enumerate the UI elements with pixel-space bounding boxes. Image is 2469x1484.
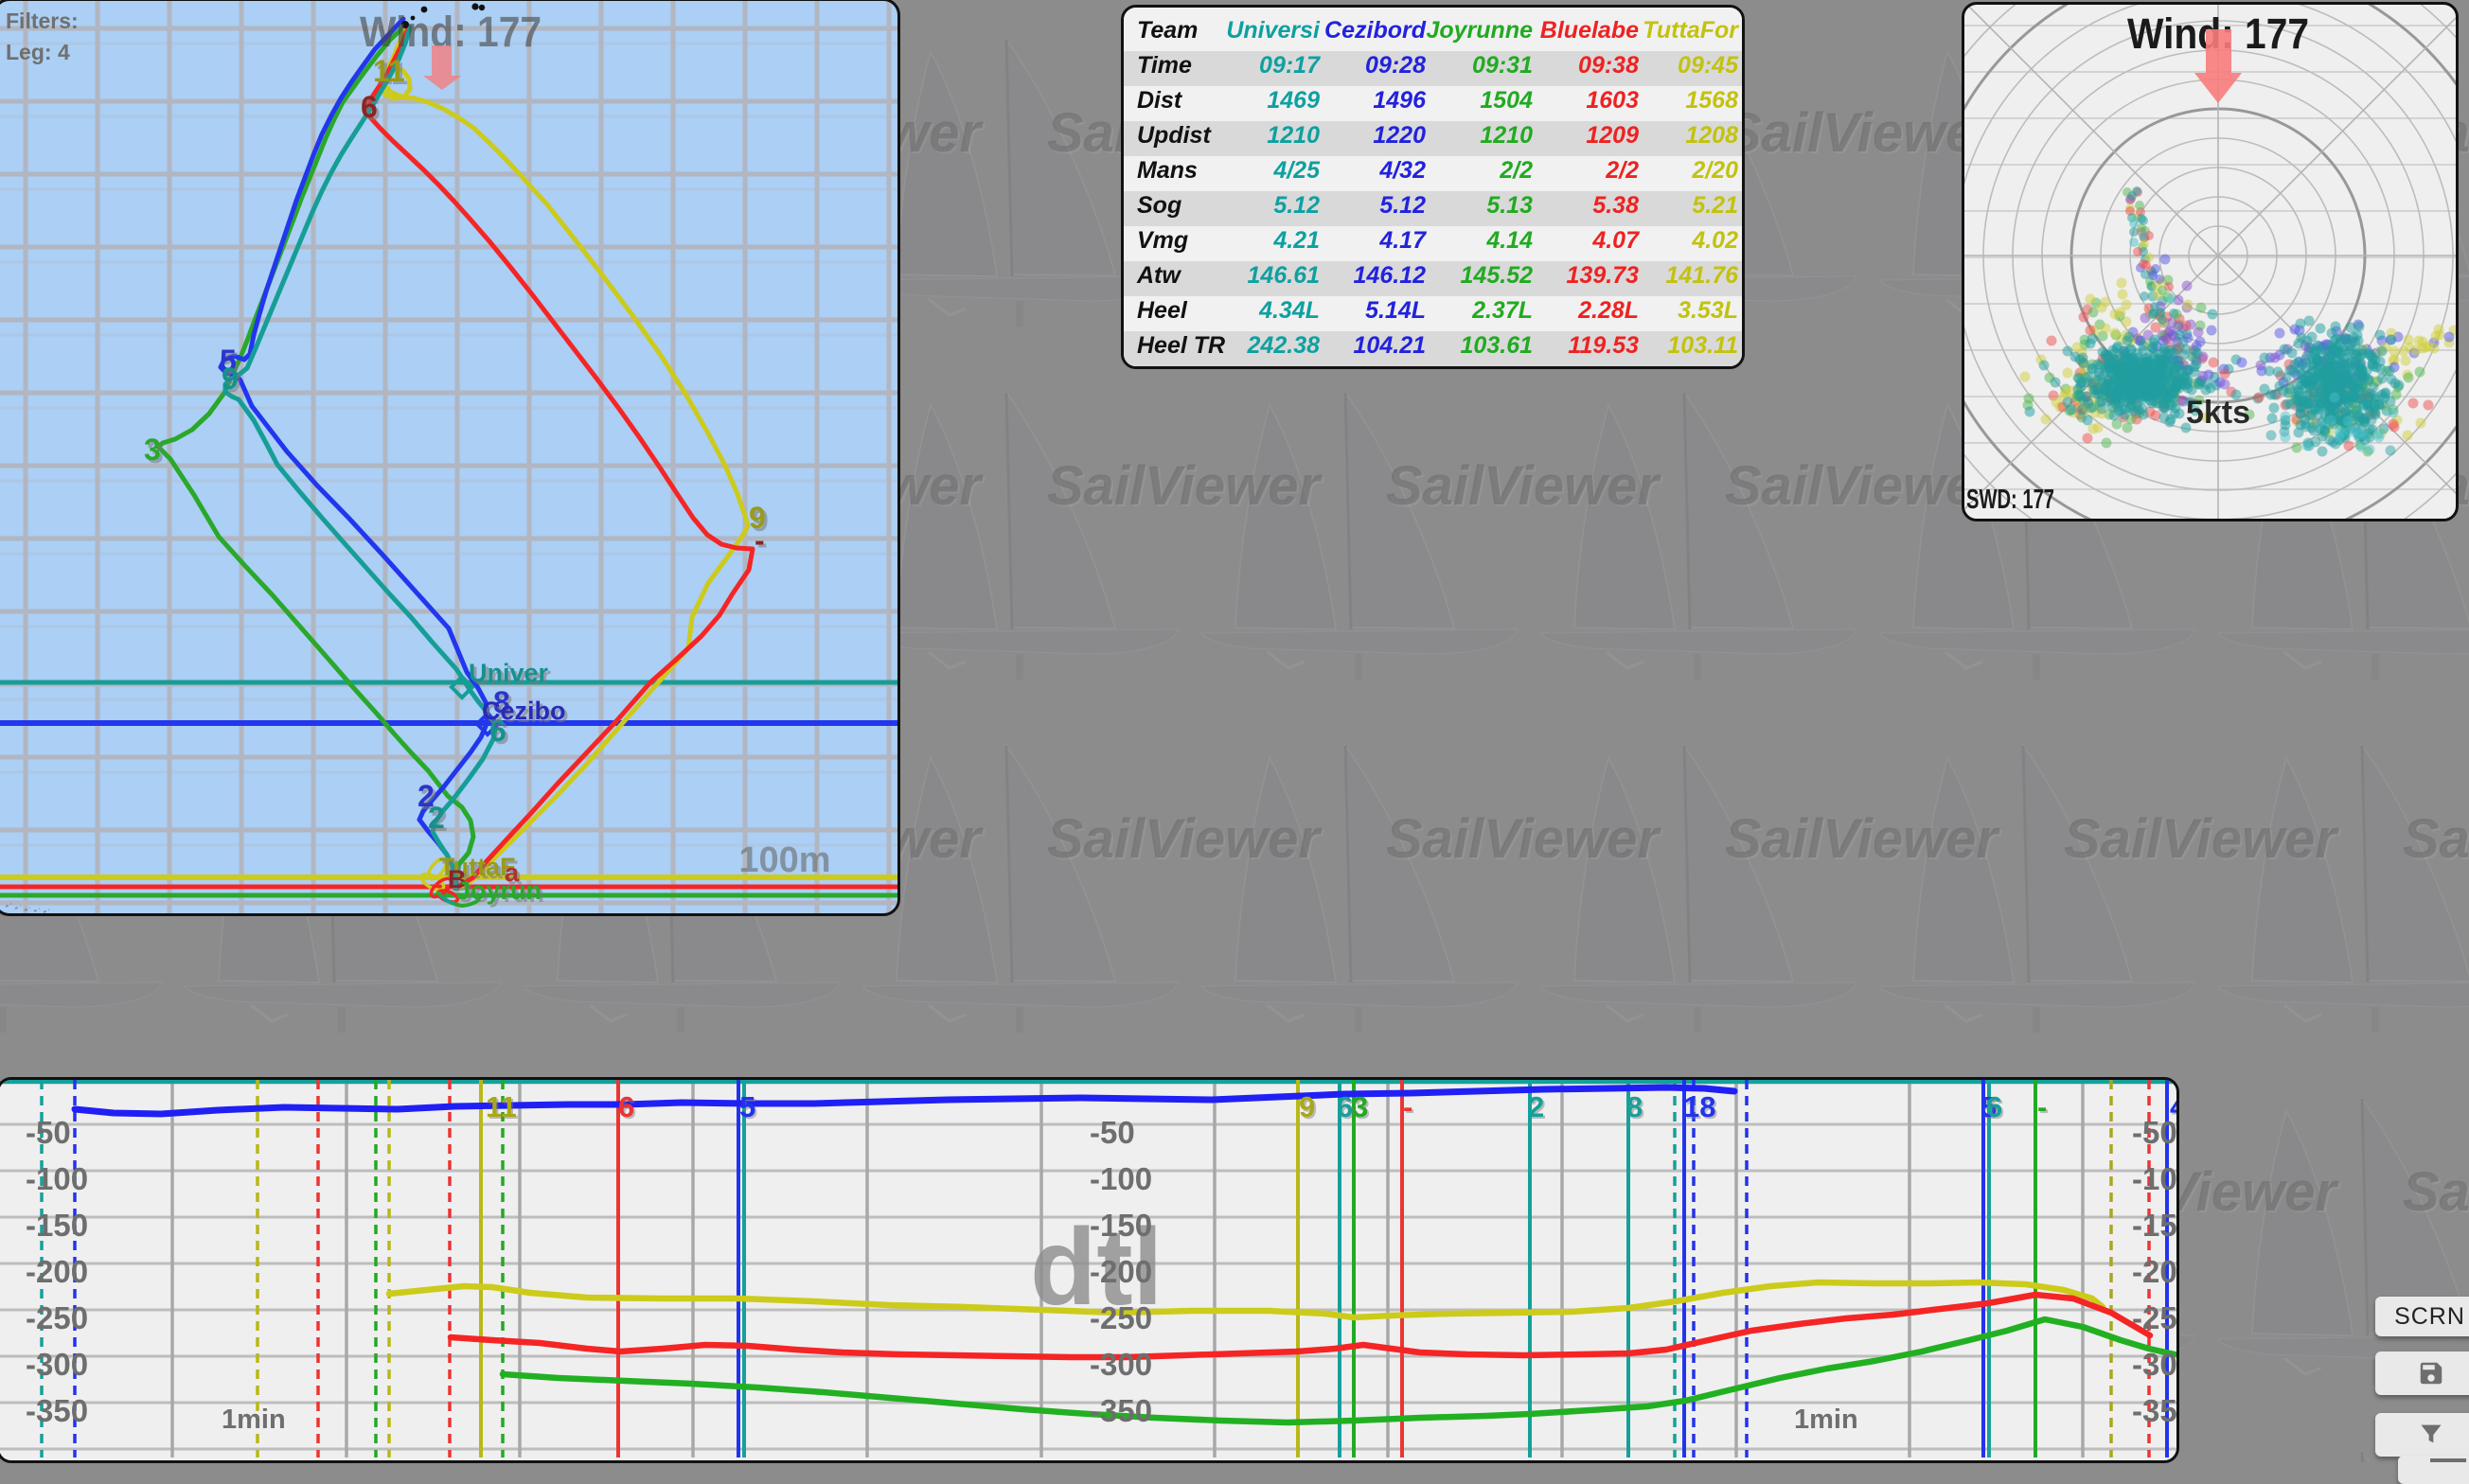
svg-text:-150: -150 <box>2132 1208 2176 1243</box>
svg-text:Univer: Univer <box>469 659 549 687</box>
svg-text:-100: -100 <box>1090 1161 1152 1196</box>
svg-text:5: 5 <box>739 1090 755 1123</box>
svg-text:-250: -250 <box>1090 1300 1152 1335</box>
svg-text:-150: -150 <box>1090 1208 1152 1243</box>
svg-text:9: 9 <box>222 362 239 396</box>
svg-text:-350: -350 <box>26 1393 88 1428</box>
svg-text:11: 11 <box>486 1090 517 1123</box>
svg-text:Cezibo: Cezibo <box>482 697 566 725</box>
svg-text:-300: -300 <box>1090 1347 1152 1382</box>
svg-text:9: 9 <box>1299 1090 1315 1123</box>
svg-text:-150: -150 <box>26 1208 88 1243</box>
svg-text:-250: -250 <box>26 1300 88 1335</box>
svg-text:-350: -350 <box>1090 1393 1152 1428</box>
svg-text:Filters:: Filters: <box>6 9 79 33</box>
svg-text:3: 3 <box>1352 1090 1368 1123</box>
svg-text:18: 18 <box>1683 1090 1715 1123</box>
svg-text:5kts: 5kts <box>2186 395 2250 431</box>
svg-text:-250: -250 <box>2132 1300 2176 1335</box>
svg-text:3: 3 <box>144 433 161 467</box>
svg-text:6: 6 <box>361 90 378 124</box>
svg-text:2: 2 <box>428 801 445 835</box>
svg-text:-300: -300 <box>2132 1347 2176 1382</box>
svg-text:2: 2 <box>1528 1090 1544 1123</box>
svg-text:SWD: 177: SWD: 177 <box>1966 485 2054 515</box>
svg-text:-100: -100 <box>2132 1161 2176 1196</box>
svg-text:-200: -200 <box>1090 1254 1152 1289</box>
svg-text:-200: -200 <box>26 1254 88 1289</box>
svg-text:1min: 1min <box>222 1404 286 1435</box>
svg-text:-: - <box>1403 1090 1412 1123</box>
svg-text:-50: -50 <box>26 1115 71 1150</box>
svg-text:8: 8 <box>1626 1090 1643 1123</box>
svg-text:6: 6 <box>618 1090 634 1123</box>
svg-text:-200: -200 <box>2132 1254 2176 1289</box>
svg-text:-300: -300 <box>26 1347 88 1382</box>
svg-text:100m: 100m <box>738 840 830 880</box>
svg-text:Joyrun: Joyrun <box>456 876 542 905</box>
svg-text:-: - <box>2037 1090 2047 1123</box>
svg-text:-50: -50 <box>2132 1115 2176 1150</box>
svg-text:11: 11 <box>373 54 405 88</box>
svg-text:-50: -50 <box>1090 1115 1135 1150</box>
svg-text:-: - <box>755 523 765 557</box>
svg-text:-350: -350 <box>2132 1393 2176 1428</box>
svg-text:1min: 1min <box>1794 1404 1858 1435</box>
svg-text:6: 6 <box>1986 1090 2002 1123</box>
svg-text:Leg: 4: Leg: 4 <box>6 40 70 64</box>
svg-text:6: 6 <box>1337 1090 1353 1123</box>
svg-text:-100: -100 <box>26 1161 88 1196</box>
